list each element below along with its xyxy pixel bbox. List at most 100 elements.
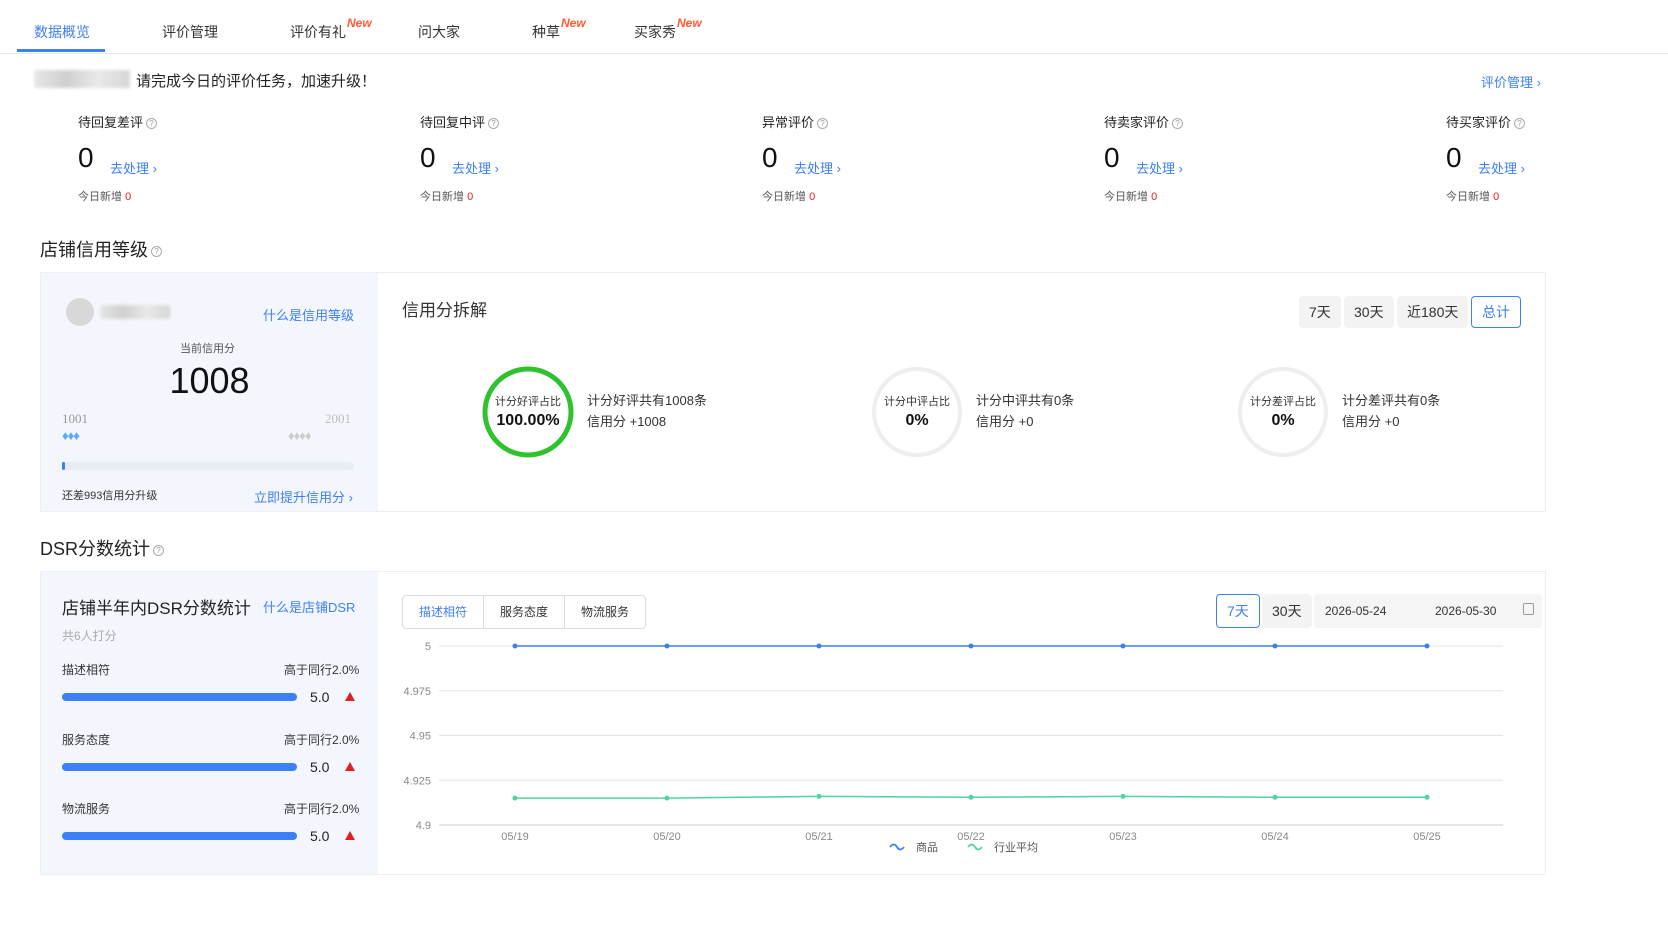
up-arrow-icon [345, 762, 355, 771]
today-new: 今日新增 0 [420, 191, 474, 203]
date-to[interactable]: 2026-05-30 [1435, 604, 1496, 618]
breakdown-score: 信用分 +0 [976, 414, 1034, 429]
breakdown-score: 信用分 +0 [1342, 414, 1400, 429]
period-button[interactable]: 总计 [1471, 296, 1521, 328]
help-icon[interactable]: ? [1172, 118, 1184, 130]
up-arrow-icon [345, 692, 355, 701]
stat-label: 待卖家评价? [1104, 112, 1184, 131]
legend-symbol [889, 843, 905, 851]
tab-buyer-show[interactable]: 买家秀 New [634, 16, 702, 42]
help-icon[interactable]: ? [1514, 118, 1526, 130]
stat-label: 待回复中评? [420, 112, 500, 131]
tab-review-management[interactable]: 评价管理 [162, 22, 218, 42]
stat-label: 待回复差评? [78, 112, 158, 131]
process-link[interactable]: 去处理 › [110, 158, 157, 177]
current-credit-label: 当前信用分 [180, 343, 235, 355]
process-link[interactable]: 去处理 › [1478, 158, 1525, 177]
data-point [512, 643, 518, 649]
new-badge: New [561, 16, 586, 30]
dsr-metric-name: 物流服务 [62, 802, 111, 816]
new-badge: New [677, 16, 702, 30]
range-button[interactable]: 30天 [1262, 594, 1312, 628]
breakdown-title: 信用分拆解 [402, 301, 487, 320]
y-tick-label: 4.975 [403, 686, 431, 698]
y-tick-label: 5 [425, 641, 431, 653]
date-range-picker[interactable]: 2026-05-24 2026-05-30 [1314, 594, 1542, 628]
credit-section-title: 店铺信用等级? [40, 236, 162, 262]
data-point [968, 643, 974, 649]
dsr-card-title: 店铺半年内DSR分数统计 [62, 599, 251, 618]
period-button[interactable]: 7天 [1299, 296, 1341, 328]
process-link[interactable]: 去处理 › [794, 158, 841, 177]
process-link[interactable]: 去处理 › [1136, 158, 1183, 177]
dsr-score-bar [62, 693, 297, 701]
dsr-score-bar [62, 763, 297, 771]
x-tick-label: 05/19 [501, 831, 529, 843]
help-icon[interactable]: ? [146, 118, 158, 130]
period-button[interactable]: 近180天 [1397, 296, 1469, 328]
tab-seeding[interactable]: 种草 New [532, 16, 586, 42]
data-point [664, 643, 670, 649]
period-button[interactable]: 30天 [1344, 296, 1394, 328]
ring-value: 100.00% [496, 412, 560, 429]
help-icon[interactable]: ? [817, 118, 829, 130]
today-new-count: 0 [1151, 191, 1158, 203]
x-tick-label: 05/23 [1109, 831, 1137, 843]
dsr-section-title: DSR分数统计? [40, 535, 165, 561]
stat-value: 0 [1104, 142, 1120, 173]
help-icon[interactable]: ? [488, 118, 500, 130]
chart-tab-description[interactable]: 描述相符 [403, 596, 485, 628]
avatar [66, 298, 94, 326]
data-point [1120, 793, 1126, 799]
dsr-compare: 高于同行2.0% [284, 802, 360, 816]
dsr-score: 5.0 [310, 759, 330, 775]
today-new-count: 0 [125, 191, 132, 203]
diamond-icon: ♦♦♦♦ [288, 428, 312, 443]
blurred-username [100, 305, 170, 319]
tab-review-gift[interactable]: 评价有礼 New [290, 16, 372, 42]
legend-symbol [967, 843, 983, 851]
upgrade-hint: 还差993信用分升级 [62, 490, 158, 502]
today-new: 今日新增 0 [1446, 191, 1500, 203]
x-tick-label: 05/22 [957, 831, 985, 843]
today-new: 今日新增 0 [78, 191, 132, 203]
help-icon[interactable]: ? [153, 544, 165, 556]
chart-tab-service[interactable]: 服务态度 [484, 596, 566, 628]
improve-credit-link[interactable]: 立即提升信用分 › [254, 487, 353, 506]
data-point [1120, 643, 1126, 649]
ring-label: 计分差评占比 [1250, 396, 1316, 408]
today-new-count: 0 [809, 191, 816, 203]
range-button[interactable]: 7天 [1216, 594, 1260, 628]
help-icon[interactable]: ? [151, 245, 162, 257]
dsr-chart-tabs: 描述相符 服务态度 物流服务 [402, 595, 647, 629]
calendar-icon[interactable] [1523, 603, 1534, 615]
stat-label: 待买家评价? [1446, 112, 1526, 131]
dsr-metric-name: 描述相符 [62, 663, 111, 677]
credit-score: 1008 [169, 360, 250, 401]
legend-label: 行业平均 [994, 841, 1038, 854]
x-tick-label: 05/21 [805, 831, 833, 843]
tab-ask-everyone[interactable]: 问大家 [418, 22, 460, 42]
review-management-link[interactable]: 评价管理 › [1481, 72, 1541, 91]
tab-data-overview[interactable]: 数据概览 [34, 22, 90, 42]
y-tick-label: 4.95 [410, 731, 431, 743]
date-from[interactable]: 2026-05-24 [1325, 604, 1386, 618]
data-point [1424, 794, 1430, 800]
process-link[interactable]: 去处理 › [452, 158, 499, 177]
credit-progress-track [62, 462, 354, 470]
dsr-score: 5.0 [310, 828, 330, 844]
diamond-icon: ♦♦♦ [62, 428, 80, 443]
legend-label: 商品 [916, 840, 938, 854]
what-is-credit-level-link[interactable]: 什么是信用等级 [263, 305, 354, 324]
dsr-score-bar [62, 832, 297, 840]
data-point [664, 795, 670, 801]
ring-label: 计分好评占比 [495, 396, 561, 408]
ring-value: 0% [1271, 412, 1295, 429]
data-point [1272, 794, 1278, 800]
dsr-line-chart: 5 4.975 4.95 4.925 4.9 05/19 05/20 05/21 05/22 05… [403, 641, 1503, 854]
x-tick-label: 05/25 [1413, 831, 1441, 843]
dsr-score: 5.0 [310, 689, 330, 705]
chart-tab-logistics[interactable]: 物流服务 [565, 596, 645, 628]
data-point [816, 793, 822, 799]
what-is-dsr-link[interactable]: 什么是店铺DSR [263, 597, 355, 616]
